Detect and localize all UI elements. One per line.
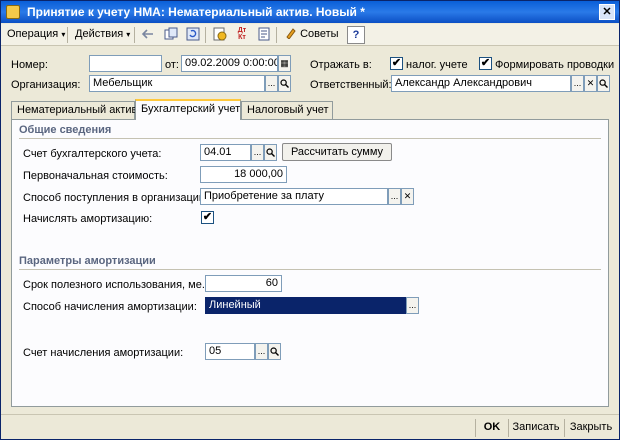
tax-accounting-label: налог. учете	[406, 59, 468, 71]
receipt-method-label: Способ поступления в организацию:	[23, 192, 211, 204]
toolbar-separator	[276, 27, 277, 43]
search-icon[interactable]	[268, 343, 281, 360]
calculate-amount-button[interactable]: Рассчитать сумму	[282, 143, 392, 161]
select-ellipsis-button[interactable]: ...	[265, 75, 278, 92]
close-button[interactable]: Закрыть	[567, 419, 615, 437]
date-label: от:	[165, 59, 179, 71]
clear-icon[interactable]: ✕	[584, 75, 597, 92]
select-ellipsis-button[interactable]: ...	[406, 297, 419, 314]
refresh-icon[interactable]	[185, 27, 201, 43]
footer-separator	[564, 419, 565, 437]
responsible-field[interactable]: Александр Александрович	[391, 75, 571, 92]
select-ellipsis-button[interactable]: ...	[251, 144, 264, 161]
amortize-label: Начислять амортизацию:	[23, 213, 153, 225]
amortization-section-title: Параметры амортизации	[19, 255, 156, 267]
tax-accounting-checkbox[interactable]: ✔	[390, 57, 403, 70]
search-icon[interactable]	[278, 75, 291, 92]
general-section-title: Общие сведения	[19, 124, 112, 136]
toolbar: Операция ▾ Действия ▾ Дт Кт Советы ?	[1, 24, 619, 46]
clear-icon[interactable]: ✕	[401, 188, 414, 205]
accounting-panel: Общие сведения Счет бухгалтерского учета…	[11, 119, 609, 407]
account-field[interactable]: 04.01	[200, 144, 251, 161]
report-icon[interactable]	[256, 27, 272, 43]
copy-icon[interactable]	[163, 27, 179, 43]
section-divider	[19, 269, 601, 270]
toolbar-separator	[67, 27, 68, 43]
help-button[interactable]: ?	[347, 26, 365, 44]
toolbar-separator	[134, 27, 135, 43]
form-entries-checkbox[interactable]: ✔	[479, 57, 492, 70]
organization-label: Организация:	[11, 79, 81, 91]
tab-tax-accounting[interactable]: Налоговый учет	[241, 101, 333, 119]
toolbar-separator	[205, 27, 206, 43]
reflect-label: Отражать в:	[310, 59, 372, 71]
amortization-account-field[interactable]: 05	[205, 343, 255, 360]
arrow-left-icon[interactable]	[140, 27, 156, 43]
calendar-icon[interactable]: ▦	[278, 55, 291, 72]
search-icon[interactable]	[597, 75, 610, 92]
initial-cost-field[interactable]: 18 000,00	[200, 166, 287, 183]
initial-cost-label: Первоначальная стоимость:	[23, 170, 168, 182]
select-ellipsis-button[interactable]: ...	[255, 343, 268, 360]
useful-life-field[interactable]: 60	[205, 275, 282, 292]
footer-separator	[508, 419, 509, 437]
amortize-checkbox[interactable]: ✔	[201, 211, 214, 224]
amortization-account-label: Счет начисления амортизации:	[23, 347, 184, 359]
organization-field[interactable]: Мебельщик	[89, 75, 265, 92]
document-window: Принятие к учету НМА: Нематериальный акт…	[0, 0, 620, 440]
number-label: Номер:	[11, 59, 48, 71]
operation-menu[interactable]: Операция ▾	[3, 26, 69, 44]
ok-button[interactable]: OK	[479, 419, 505, 437]
actions-menu[interactable]: Действия ▾	[71, 26, 134, 44]
search-icon[interactable]	[264, 144, 277, 161]
window-title: Принятие к учету НМА: Нематериальный акт…	[27, 5, 365, 19]
number-field[interactable]	[89, 55, 162, 72]
tab-intangible-asset[interactable]: Нематериальный актив	[11, 101, 137, 119]
account-label: Счет бухгалтерского учета:	[23, 148, 162, 160]
date-field[interactable]: 09.02.2009 0:00:00	[181, 55, 278, 72]
amortization-method-field[interactable]: Линейный	[205, 297, 406, 314]
post-document-icon[interactable]	[212, 27, 228, 43]
amortization-method-label: Способ начисления амортизации:	[23, 301, 197, 313]
select-ellipsis-button[interactable]: ...	[571, 75, 584, 92]
responsible-label: Ответственный:	[310, 79, 392, 91]
form-entries-label: Формировать проводки	[495, 59, 615, 71]
useful-life-label: Срок полезного использования, ме...	[23, 279, 211, 291]
dtkt-icon[interactable]: Дт Кт	[234, 27, 250, 43]
section-divider	[19, 138, 601, 139]
footer-separator	[475, 419, 476, 437]
window-close-button[interactable]: ✕	[599, 4, 615, 20]
receipt-method-field[interactable]: Приобретение за плату	[200, 188, 388, 205]
advice-button[interactable]: Советы	[281, 26, 343, 44]
save-button[interactable]: Записать	[511, 419, 561, 437]
title-bar: Принятие к учету НМА: Нематериальный акт…	[1, 1, 619, 23]
tab-accounting[interactable]: Бухгалтерский учет	[135, 99, 241, 120]
select-ellipsis-button[interactable]: ...	[388, 188, 401, 205]
bottom-button-bar: OK Записать Закрыть	[1, 414, 619, 439]
app-icon	[6, 5, 20, 19]
